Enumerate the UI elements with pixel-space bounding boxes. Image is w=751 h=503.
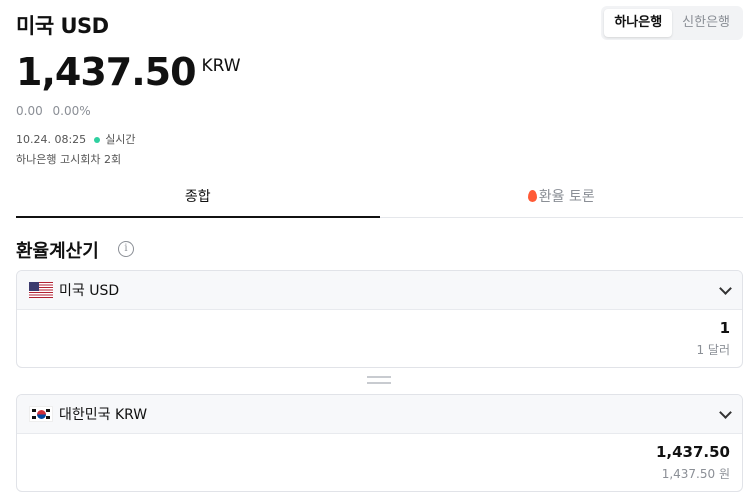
- page-title: 미국 USD: [16, 14, 109, 38]
- chevron-down-icon: [719, 406, 732, 419]
- bank-option-shinhan[interactable]: 신한은행: [672, 9, 740, 37]
- from-currency-select[interactable]: 미국 USD: [17, 271, 742, 310]
- rate-timestamp-row: 10.24. 08:25 실시간: [16, 131, 136, 147]
- calculator-title: 환율계산기: [16, 241, 99, 262]
- fire-icon: [527, 190, 537, 202]
- swap-handle-icon[interactable]: [367, 376, 391, 388]
- from-amount-field[interactable]: 1 1 달러: [17, 310, 742, 367]
- to-currency-card: 대한민국 KRW 1,437.50 1,437.50 원: [16, 394, 743, 492]
- tab-overview-label: 종합: [184, 189, 211, 205]
- tab-bar: 종합 환율 토론: [16, 182, 743, 218]
- from-currency-card: 미국 USD 1 1 달러: [16, 270, 743, 368]
- live-dot-icon: [93, 136, 100, 143]
- tab-discussion-label: 환율 토론: [538, 189, 595, 205]
- from-currency-name: 미국 USD: [59, 283, 120, 299]
- kr-flag-icon: [29, 406, 53, 422]
- from-amount-text: 1 달러: [696, 343, 730, 357]
- chevron-down-icon: [719, 282, 732, 295]
- live-label: 실시간: [105, 133, 136, 146]
- change-amount: 0.00: [16, 104, 43, 118]
- rate-value: 1,437.50: [16, 50, 197, 94]
- bank-option-hana[interactable]: 하나은행: [604, 9, 673, 37]
- to-currency-select[interactable]: 대한민국 KRW: [17, 395, 742, 434]
- info-icon[interactable]: i: [118, 241, 134, 257]
- change-percent: 0.00%: [52, 104, 91, 118]
- rate-unit: KRW: [201, 56, 241, 76]
- to-amount-field[interactable]: 1,437.50 1,437.50 원: [17, 434, 742, 491]
- us-flag-icon: [29, 282, 53, 298]
- exchange-rate: 1,437.50 KRW: [16, 50, 241, 94]
- to-amount-text: 1,437.50 원: [661, 467, 730, 481]
- from-amount: 1: [719, 319, 730, 337]
- bank-toggle: 하나은행 신한은행: [601, 6, 743, 40]
- rate-source: 하나은행 고시회차 2회: [16, 153, 122, 166]
- to-currency-name: 대한민국 KRW: [59, 407, 148, 423]
- tab-discussion[interactable]: 환율 토론: [380, 182, 744, 217]
- rate-change: 0.00 0.00%: [16, 104, 91, 118]
- to-amount: 1,437.50: [655, 443, 730, 461]
- timestamp: 10.24. 08:25: [16, 133, 87, 146]
- tab-overview[interactable]: 종합: [16, 182, 380, 218]
